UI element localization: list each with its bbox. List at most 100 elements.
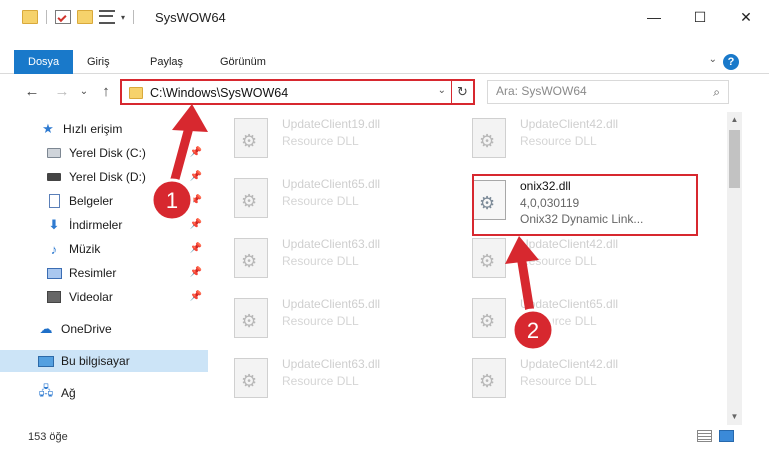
file-name: UpdateClient65.dll bbox=[282, 297, 381, 311]
back-button[interactable]: ← bbox=[22, 82, 42, 102]
file-item[interactable]: UpdateClient42.dll Resource DLL bbox=[458, 112, 683, 164]
qat-dropdown-icon[interactable]: ▾ bbox=[121, 13, 125, 22]
downloads-icon: ⬇ bbox=[48, 217, 60, 232]
window-controls: — ☐ ✕ bbox=[631, 0, 769, 34]
help-icon[interactable]: ? bbox=[723, 54, 739, 70]
file-name: UpdateClient19.dll bbox=[282, 117, 381, 131]
pin-icon[interactable]: 📌 bbox=[190, 267, 202, 278]
nav-item-label: İndirmeler bbox=[69, 218, 123, 232]
up-button[interactable]: ↑ bbox=[96, 82, 116, 102]
search-icon: ⌕ bbox=[713, 85, 720, 99]
this-pc-icon bbox=[38, 353, 54, 369]
pictures-icon bbox=[46, 265, 62, 281]
file-description: Resource DLL bbox=[282, 254, 359, 268]
nav-item-this-pc[interactable]: Bu bilgisayar bbox=[0, 350, 208, 372]
file-name: UpdateClient63.dll bbox=[282, 237, 381, 251]
nav-item-videos[interactable]: Videolar 📌 bbox=[46, 286, 208, 308]
pin-icon[interactable]: 📌 bbox=[190, 195, 202, 206]
details-view-icon[interactable] bbox=[697, 430, 712, 442]
nav-item-local-disk-c[interactable]: Yerel Disk (C:) 📌 bbox=[46, 142, 208, 164]
forward-button[interactable]: → bbox=[52, 82, 72, 102]
file-name: UpdateClient42.dll bbox=[520, 237, 619, 251]
nav-item-label: Resimler bbox=[69, 266, 117, 280]
file-item[interactable]: UpdateClient65.dll Resource DLL bbox=[458, 292, 683, 344]
nav-item-music[interactable]: ♪ Müzik 📌 bbox=[46, 238, 208, 260]
file-item[interactable]: UpdateClient65.dll Resource DLL bbox=[220, 172, 445, 224]
close-button[interactable]: ✕ bbox=[723, 0, 769, 34]
dll-file-icon bbox=[234, 178, 268, 218]
dll-file-icon bbox=[234, 298, 268, 338]
scroll-up-icon[interactable]: ▲ bbox=[727, 112, 742, 128]
tab-file[interactable]: Dosya bbox=[14, 50, 74, 74]
drive-icon bbox=[46, 145, 62, 161]
file-description: Resource DLL bbox=[520, 374, 597, 388]
maximize-button[interactable]: ☐ bbox=[677, 0, 723, 34]
ribbon-expand-icon[interactable]: ⌄ bbox=[709, 54, 717, 65]
qat-separator bbox=[133, 10, 135, 24]
minimize-button[interactable]: — bbox=[631, 0, 677, 34]
pin-icon[interactable]: 📌 bbox=[190, 291, 202, 302]
recent-locations-button[interactable]: ⌄ bbox=[74, 82, 94, 102]
address-path[interactable]: C:\Windows\SysWOW64 bbox=[150, 86, 288, 100]
pin-icon[interactable]: 📌 bbox=[190, 147, 202, 158]
dll-file-icon bbox=[472, 298, 506, 338]
title-bar: ▾ SysWOW64 — ☐ ✕ bbox=[0, 0, 769, 34]
file-item[interactable]: UpdateClient42.dll Resource DLL bbox=[458, 232, 683, 284]
file-item[interactable]: UpdateClient19.dll Resource DLL bbox=[220, 112, 445, 164]
nav-item-label: OneDrive bbox=[61, 322, 112, 336]
nav-item-downloads[interactable]: ⬇ İndirmeler 📌 bbox=[46, 214, 208, 236]
tiles-view-icon[interactable] bbox=[719, 430, 734, 442]
file-description: Resource DLL bbox=[282, 314, 359, 328]
pin-icon[interactable]: 📌 bbox=[190, 219, 202, 230]
refresh-button[interactable]: ↻ bbox=[451, 81, 473, 103]
file-name: UpdateClient65.dll bbox=[520, 297, 619, 311]
file-description: Resource DLL bbox=[520, 314, 597, 328]
nav-item-local-disk-d[interactable]: Yerel Disk (D:) 📌 bbox=[46, 166, 208, 188]
nav-item-quick-access[interactable]: ★ Hızlı erişim bbox=[40, 118, 208, 140]
search-box[interactable]: ⌕ bbox=[487, 80, 729, 104]
file-name: UpdateClient65.dll bbox=[282, 177, 381, 191]
dll-file-icon bbox=[234, 238, 268, 278]
nav-item-onedrive[interactable]: ☁ OneDrive bbox=[38, 318, 208, 340]
music-icon: ♪ bbox=[50, 241, 58, 257]
file-item[interactable]: UpdateClient63.dll Resource DLL bbox=[220, 352, 445, 404]
tab-share[interactable]: Paylaş bbox=[150, 50, 183, 74]
file-item[interactable]: UpdateClient65.dll Resource DLL bbox=[220, 292, 445, 344]
nav-item-label: Yerel Disk (C:) bbox=[69, 146, 146, 160]
dll-file-icon bbox=[234, 358, 268, 398]
status-bar: 153 öğe bbox=[0, 425, 769, 470]
item-count: 153 öğe bbox=[28, 431, 68, 443]
file-name: UpdateClient42.dll bbox=[520, 117, 619, 131]
address-bar[interactable]: C:\Windows\SysWOW64 ⌄ ↻ bbox=[120, 79, 475, 105]
nav-item-label: Yerel Disk (D:) bbox=[69, 170, 146, 184]
nav-item-label: Belgeler bbox=[69, 194, 114, 208]
star-icon: ★ bbox=[42, 121, 54, 136]
ribbon-tabs: Dosya Giriş Paylaş Görünüm ⌄ ? bbox=[0, 50, 769, 74]
pin-icon[interactable]: 📌 bbox=[190, 243, 202, 254]
search-input[interactable] bbox=[496, 84, 696, 98]
address-dropdown-icon[interactable]: ⌄ bbox=[438, 85, 446, 96]
view-icon[interactable] bbox=[99, 10, 115, 24]
scroll-thumb[interactable] bbox=[729, 130, 740, 188]
nav-item-label: Videolar bbox=[69, 290, 113, 304]
window-title: SysWOW64 bbox=[155, 10, 226, 25]
file-description: Resource DLL bbox=[282, 134, 359, 148]
file-item[interactable]: UpdateClient63.dll Resource DLL bbox=[220, 232, 445, 284]
new-folder-icon[interactable] bbox=[77, 10, 93, 24]
scroll-down-icon[interactable]: ▼ bbox=[727, 409, 742, 425]
videos-icon bbox=[46, 289, 62, 305]
nav-item-pictures[interactable]: Resimler 📌 bbox=[46, 262, 208, 284]
file-item[interactable]: UpdateClient42.dll Resource DLL bbox=[458, 352, 683, 404]
tab-home[interactable]: Giriş bbox=[87, 50, 110, 74]
properties-icon[interactable] bbox=[55, 10, 71, 24]
tab-view[interactable]: Görünüm bbox=[220, 50, 266, 74]
network-icon: 🖧 bbox=[38, 383, 54, 398]
nav-item-documents[interactable]: Belgeler 📌 bbox=[46, 190, 208, 212]
nav-item-network[interactable]: 🖧 Ağ bbox=[38, 382, 208, 404]
folder-icon bbox=[129, 87, 143, 99]
vertical-scrollbar[interactable]: ▲ ▼ bbox=[727, 112, 742, 425]
file-name: UpdateClient42.dll bbox=[520, 357, 619, 371]
pin-icon[interactable]: 📌 bbox=[190, 171, 202, 182]
nav-item-label: Müzik bbox=[69, 242, 101, 256]
folder-icon[interactable] bbox=[22, 10, 38, 24]
